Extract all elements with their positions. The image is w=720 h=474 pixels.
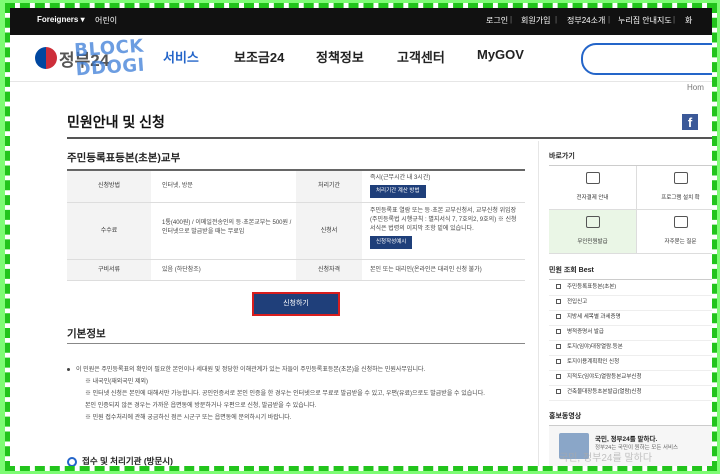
quick-link-kiosk[interactable]: 무인민원발급 bbox=[549, 210, 637, 254]
reception-label: 접수 및 처리기관 (방문시) bbox=[82, 456, 173, 466]
apply-button[interactable]: 신청하기 bbox=[252, 292, 340, 316]
checkbox-icon bbox=[556, 389, 561, 395]
site-header: 정부24 BLOCK DDOGI 서비스 보조금24 정책정보 고객센터 MyG… bbox=[10, 35, 712, 82]
info-line: ※ 내국인(재외국민 제외) bbox=[85, 379, 149, 385]
service-info-table: 신청방법 인터넷, 방문 처리기간 즉시(근무시간 내 3시간) 처리기간 계산… bbox=[67, 169, 525, 281]
quick-link-program[interactable]: 프로그램 설치 확 bbox=[637, 166, 712, 210]
list-item[interactable]: 토지(임야)대장열람.등본 bbox=[549, 340, 712, 356]
application-form-text: 주민등록표 열람 또는 등·초본 교부신청서, 교부신청 위임장 (주민등록법 … bbox=[370, 208, 517, 232]
value-cell: 본인 또는 대리인(온라인은 대리인 신청 불가) bbox=[370, 267, 482, 273]
about-link[interactable]: 정부24소개 bbox=[567, 15, 605, 26]
value-cell: 있음 (하단참조) bbox=[162, 267, 201, 273]
checkbox-icon bbox=[556, 374, 561, 380]
info-line: ※ 민원 접수처리에 관해 궁금하신 점은 시군구 또는 읍면동에 문의하시기 … bbox=[85, 415, 292, 421]
sitemap-link[interactable]: 누리집 안내지도 bbox=[618, 15, 672, 26]
divider: | bbox=[510, 15, 513, 24]
chat-icon bbox=[673, 216, 688, 228]
table-row: 신청방법 인터넷, 방문 처리기간 즉시(근무시간 내 3시간) 처리기간 계산… bbox=[67, 171, 525, 203]
monitor-icon bbox=[673, 172, 688, 184]
list-item[interactable]: 토지이용계획확인 신청 bbox=[549, 355, 712, 371]
header-cell: 신청서 bbox=[296, 203, 362, 259]
info-line: 이 민원은 주민등록표의 확인이 필요한 본인이나 세대원 및 정당한 이해관계… bbox=[67, 365, 425, 377]
utility-bar: Foreigners ▾ 어린이 로그인 | 회원가입 | 정부24소개 | 누… bbox=[10, 8, 712, 35]
header-cell: 구비서류 bbox=[67, 260, 151, 280]
logo-overlay: BLOCK DDOGI bbox=[73, 35, 146, 81]
nav-policy[interactable]: 정책정보 bbox=[316, 47, 364, 66]
facebook-icon[interactable]: f bbox=[682, 114, 698, 130]
list-item[interactable]: 지적도(임야도)열람등본교부신청 bbox=[549, 370, 712, 386]
kiosk-icon bbox=[585, 216, 600, 228]
header-cell: 수수료 bbox=[67, 203, 151, 259]
divider bbox=[67, 137, 712, 139]
service-title: 주민등록표등본(초본)교부 bbox=[67, 152, 181, 164]
header-cell: 처리기간 bbox=[296, 171, 362, 202]
checkbox-icon bbox=[556, 344, 561, 350]
login-link[interactable]: 로그인 bbox=[486, 15, 508, 26]
info-line: 본인 인증되지 않은 경우는 가까운 읍면동에 방문하거나 우편으로 신청, 발… bbox=[85, 403, 317, 409]
table-row: 구비서류 있음 (하단참조) 신청자격 본인 또는 대리인(온라인은 대리인 신… bbox=[67, 260, 525, 281]
info-line: ※ 인터넷 신청은 본인에 대해서만 가능합니다. 공인인증서로 본인 인증을 … bbox=[85, 391, 485, 397]
promo-headline: 국민, 정부24를 말하다. bbox=[595, 436, 658, 443]
form-example-button[interactable]: 신청작성예시 bbox=[370, 236, 413, 249]
search-input[interactable] bbox=[581, 43, 712, 75]
circle-icon bbox=[67, 456, 77, 466]
value-cell: 1통(400원) / 이메일전송인의 등·초본교부는 500원 / 인터넷으로 … bbox=[162, 220, 292, 235]
signup-link[interactable]: 회원가입 bbox=[521, 15, 550, 26]
screenshot-frame: Foreigners ▾ 어린이 로그인 | 회원가입 | 정부24소개 | 누… bbox=[5, 3, 717, 471]
taegeuk-logo-icon bbox=[35, 47, 57, 69]
payment-icon bbox=[585, 172, 600, 184]
value-cell: 즉시(근무시간 내 3시간) 처리기간 계산 방법 bbox=[370, 174, 520, 198]
divider bbox=[67, 343, 525, 344]
quick-links: 전자결제 안내 프로그램 설치 확 무인민원발급 자주묻는 질문 bbox=[549, 165, 712, 256]
home-breadcrumb[interactable]: Hom bbox=[687, 83, 704, 92]
promo-title: 홍보동영상 bbox=[549, 413, 582, 420]
best-list: 주민등록표등본(초본) 전입신고 지방세 세목별 과세증명 병적증명서 발급 토… bbox=[549, 279, 712, 401]
quick-link-payment[interactable]: 전자결제 안내 bbox=[549, 166, 637, 210]
page: Foreigners ▾ 어린이 로그인 | 회원가입 | 정부24소개 | 누… bbox=[10, 8, 712, 466]
header-cell: 신청방법 bbox=[67, 171, 151, 202]
promo-caption: 국민, 정부24를 말하다 bbox=[559, 453, 653, 464]
header-cell: 신청자격 bbox=[296, 260, 362, 280]
checkbox-icon bbox=[556, 299, 561, 305]
language-selector[interactable]: Foreigners ▾ bbox=[37, 15, 85, 24]
list-item[interactable]: 건축물대장등초본발급(열람)신청 bbox=[549, 385, 712, 401]
reception-section[interactable]: 접수 및 처리기관 (방문시) bbox=[67, 455, 173, 466]
divider: | bbox=[608, 15, 611, 24]
checkbox-icon bbox=[556, 314, 561, 320]
table-row: 수수료 1통(400원) / 이메일전송인의 등·초본교부는 500원 / 인터… bbox=[67, 203, 525, 260]
site-logo[interactable]: 정부24 BLOCK DDOGI bbox=[29, 36, 145, 81]
list-item[interactable]: 주민등록표등본(초본) bbox=[549, 280, 712, 296]
list-item[interactable]: 지방세 세목별 과세증명 bbox=[549, 310, 712, 326]
quick-links-title: 바로가기 bbox=[549, 153, 575, 160]
quick-link-faq[interactable]: 자주묻는 질문 bbox=[637, 210, 712, 254]
nav-customer-center[interactable]: 고객센터 bbox=[397, 47, 445, 66]
list-item[interactable]: 병적증명서 발급 bbox=[549, 325, 712, 341]
divider: | bbox=[555, 15, 558, 24]
extra-link[interactable]: 화 bbox=[685, 15, 692, 26]
value-cell: 주민등록표 열람 또는 등·초본 교부신청서, 교부신청 위임장 (주민등록법 … bbox=[370, 207, 520, 249]
right-sidebar: 바로가기 전자결제 안내 프로그램 설치 확 무인민원발급 자주묻는 질문 민원… bbox=[538, 141, 712, 466]
checkbox-icon bbox=[556, 329, 561, 335]
page-title: 민원안내 및 신청 bbox=[67, 114, 165, 130]
nav-subsidy[interactable]: 보조금24 bbox=[234, 47, 284, 66]
kids-link[interactable]: 어린이 bbox=[95, 15, 117, 26]
basic-info-title: 기본정보 bbox=[67, 328, 106, 340]
list-item[interactable]: 전입신고 bbox=[549, 295, 712, 311]
checkbox-icon bbox=[556, 284, 561, 290]
value-cell: 인터넷, 방문 bbox=[162, 183, 193, 189]
nav-service[interactable]: 서비스 bbox=[163, 47, 199, 66]
nav-mygov[interactable]: MyGOV bbox=[477, 47, 524, 62]
checkbox-icon bbox=[556, 359, 561, 365]
divider: | bbox=[673, 15, 676, 24]
processing-time: 즉시(근무시간 내 3시간) bbox=[370, 175, 431, 181]
calc-method-button[interactable]: 처리기간 계산 방법 bbox=[370, 185, 426, 198]
best-title: 민원 조회 Best bbox=[549, 267, 594, 274]
bullet-icon bbox=[67, 367, 70, 371]
